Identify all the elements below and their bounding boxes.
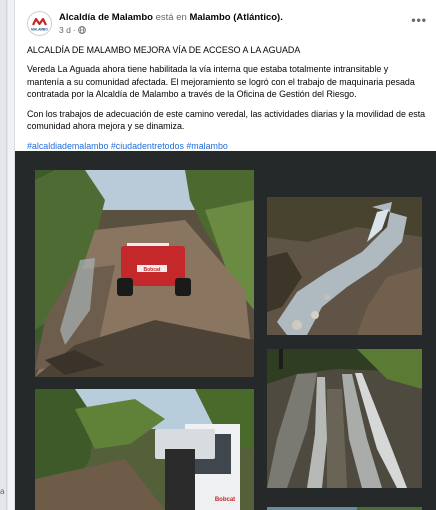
logo-wordmark: MALAMBO <box>31 28 48 32</box>
post-time[interactable]: 3 d <box>59 25 71 35</box>
post-title: ALCALDÍA DE MALAMBO MEJORA VÍA DE ACCESO… <box>27 45 301 55</box>
author-name[interactable]: Alcaldía de Malambo <box>59 12 153 23</box>
post-author-line: Alcaldía de Malambo está en Malambo (Atl… <box>59 12 283 23</box>
post-header: MALAMBO Alcaldía de Malambo está en Mala… <box>15 0 436 40</box>
post-body: ALCALDÍA DE MALAMBO MEJORA VÍA DE ACCESO… <box>27 44 427 160</box>
photo-image <box>267 197 422 335</box>
hashtag-link[interactable]: #ciudadentretodos <box>111 141 184 151</box>
photo-tire-tracks[interactable] <box>267 349 422 488</box>
photo-muddy-water[interactable] <box>267 197 422 335</box>
post-paragraph-2: Con los trabajos de adecuación de este c… <box>27 108 426 131</box>
connector-text: está en <box>155 12 187 23</box>
photo-loader-closeup[interactable]: Bobcat <box>35 389 254 510</box>
meta-separator: · <box>72 25 76 35</box>
location-link[interactable]: Malambo (Atlántico). <box>189 12 282 23</box>
loader-brand-text: Bobcat <box>144 267 161 273</box>
photo-strip[interactable] <box>267 502 422 510</box>
panel-divider <box>6 0 7 510</box>
more-horizontal-icon[interactable]: ••• <box>411 13 427 27</box>
globe-icon <box>77 26 86 34</box>
photo-image: Bobcat <box>35 170 254 377</box>
avatar[interactable]: MALAMBO <box>27 11 52 36</box>
hashtag-link[interactable]: #malambo <box>186 141 227 151</box>
post-meta: 3 d · <box>59 25 86 35</box>
post-card: MALAMBO Alcaldía de Malambo está en Mala… <box>14 0 436 510</box>
post-paragraph-1: Vereda La Aguada ahora tiene habilitada … <box>27 64 415 99</box>
malambo-logo-icon: MALAMBO <box>28 12 51 35</box>
hashtag-link[interactable]: #alcaldiademalambo <box>27 141 108 151</box>
loader-brand-text: Bobcat <box>215 497 235 503</box>
photo-loader-road[interactable]: Bobcat <box>35 170 254 377</box>
left-panel-text: a <box>0 487 5 496</box>
photo-image <box>267 349 422 488</box>
photo-grid: Bobcat Bobcat <box>15 151 436 510</box>
left-panel-edge: a <box>0 0 8 510</box>
photo-image: Bobcat <box>35 389 254 510</box>
